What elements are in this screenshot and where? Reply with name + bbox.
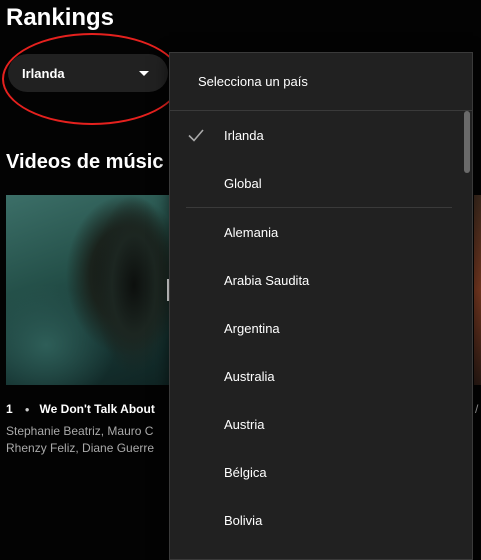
dropdown-item-global[interactable]: Global (170, 159, 472, 207)
dropdown-item-argentina[interactable]: Argentina (170, 304, 472, 352)
video-thumbnail[interactable] (6, 195, 176, 385)
caret-down-icon (139, 71, 149, 76)
dropdown-item-arabia-saudita[interactable]: Arabia Saudita (170, 256, 472, 304)
next-video-text: / (475, 402, 479, 416)
dropdown-item-label: Argentina (224, 320, 280, 336)
dropdown-item-label: Arabia Saudita (224, 272, 310, 288)
dropdown-item-label: Global (224, 175, 262, 191)
page-title: Rankings (6, 4, 115, 31)
artists-line-2[interactable]: Rhenzy Feliz, Diane Guerre (6, 440, 154, 457)
dropdown-item-label: Australia (224, 368, 275, 384)
dropdown-item-alemania[interactable]: Alemania (170, 208, 472, 256)
dropdown-scrollbar[interactable] (464, 111, 470, 173)
video-title-row: 1 ● We Don't Talk About (6, 402, 155, 416)
next-video-thumbnail[interactable] (474, 195, 481, 385)
dropdown-item-irlanda[interactable]: Irlanda (170, 111, 472, 159)
dropdown-item-label: Austria (224, 416, 265, 432)
country-selector-label: Irlanda (22, 65, 65, 81)
dropdown-item-label: Bolivia (224, 512, 263, 528)
checkmark-icon (188, 129, 204, 142)
dropdown-header: Selecciona un país (170, 53, 472, 111)
video-title[interactable]: We Don't Talk About (40, 402, 155, 416)
dropdown-item-label: Alemania (224, 224, 279, 240)
dropdown-item-australia[interactable]: Australia (170, 352, 472, 400)
video-artists: Stephanie Beatriz, Mauro C Rhenzy Feliz,… (6, 423, 154, 457)
country-selector[interactable]: Irlanda (8, 54, 168, 92)
dropdown-item-bolivia[interactable]: Bolivia (170, 496, 472, 544)
artists-line-1[interactable]: Stephanie Beatriz, Mauro C (6, 423, 154, 440)
country-dropdown-menu: Selecciona un país Irlanda Global Aleman… (169, 52, 473, 560)
country-list: Irlanda Global Alemania Arabia Saudita A… (170, 111, 472, 544)
dropdown-item-belgica[interactable]: Bélgica (170, 448, 472, 496)
dropdown-item-austria[interactable]: Austria (170, 400, 472, 448)
dropdown-item-label: Bélgica (224, 464, 267, 480)
dropdown-item-label: Irlanda (224, 127, 264, 143)
thumbnail-figure (84, 195, 174, 385)
video-rank: 1 (6, 402, 13, 416)
section-title: Videos de músic (6, 151, 164, 173)
separator-dot: ● (24, 404, 30, 414)
